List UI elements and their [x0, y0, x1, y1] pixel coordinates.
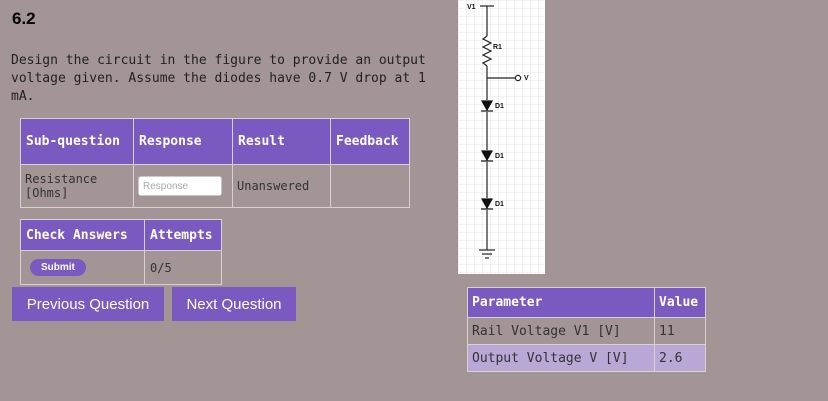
parameter-value: 11 — [654, 317, 706, 345]
check-answers-table: Check Answers Attempts Submit 0/5 — [20, 219, 222, 285]
result-status: Unanswered — [232, 164, 331, 208]
header-result: Result — [232, 118, 331, 165]
header-check-answers: Check Answers — [20, 219, 145, 251]
circuit-grid — [458, 0, 545, 274]
label-v: V — [524, 75, 529, 82]
label-v1: V1 — [467, 4, 476, 11]
label-d1-c: D1 — [495, 201, 504, 208]
subquestion-table: Sub-question Response Result Feedback Re… — [20, 118, 410, 208]
table-row: Output Voltage V [V] 2.6 — [467, 344, 706, 372]
header-subquestion: Sub-question — [20, 118, 134, 165]
table-row: Rail Voltage V1 [V] 11 — [467, 317, 706, 345]
response-cell — [133, 164, 233, 208]
check-header-row: Check Answers Attempts — [20, 219, 222, 251]
header-feedback: Feedback — [330, 118, 410, 165]
header-response: Response — [133, 118, 233, 165]
feedback-cell — [330, 164, 410, 208]
header-parameter: Parameter — [467, 287, 655, 318]
label-d1-b: D1 — [495, 153, 504, 160]
label-r1: R1 — [493, 44, 502, 51]
subquestion-label: Resistance [Ohms] — [20, 164, 134, 208]
next-question-button[interactable]: Next Question — [172, 287, 296, 321]
label-d1-a: D1 — [495, 103, 504, 110]
parameters-table: Parameter Value Rail Voltage V1 [V] 11 O… — [467, 287, 706, 372]
submit-button[interactable]: Submit — [30, 259, 86, 276]
parameter-value: 2.6 — [654, 344, 706, 372]
submit-cell: Submit — [20, 250, 145, 285]
table-row: Resistance [Ohms] Unanswered — [20, 164, 410, 208]
parameter-name: Output Voltage V [V] — [467, 344, 655, 372]
parameters-header-row: Parameter Value — [467, 287, 706, 318]
check-row: Submit 0/5 — [20, 250, 222, 285]
previous-question-button[interactable]: Previous Question — [12, 287, 164, 321]
header-attempts: Attempts — [144, 219, 222, 251]
circuit-diagram: V1 R1 V D1 D1 D1 — [458, 0, 545, 274]
parameter-name: Rail Voltage V1 [V] — [467, 317, 655, 345]
header-value: Value — [654, 287, 706, 318]
question-number: 6.2 — [12, 9, 36, 28]
output-terminal — [514, 74, 522, 82]
question-description: Design the circuit in the figure to prov… — [11, 53, 426, 104]
response-input[interactable] — [138, 176, 222, 196]
subquestion-header-row: Sub-question Response Result Feedback — [20, 118, 410, 165]
attempts-count: 0/5 — [144, 250, 222, 285]
